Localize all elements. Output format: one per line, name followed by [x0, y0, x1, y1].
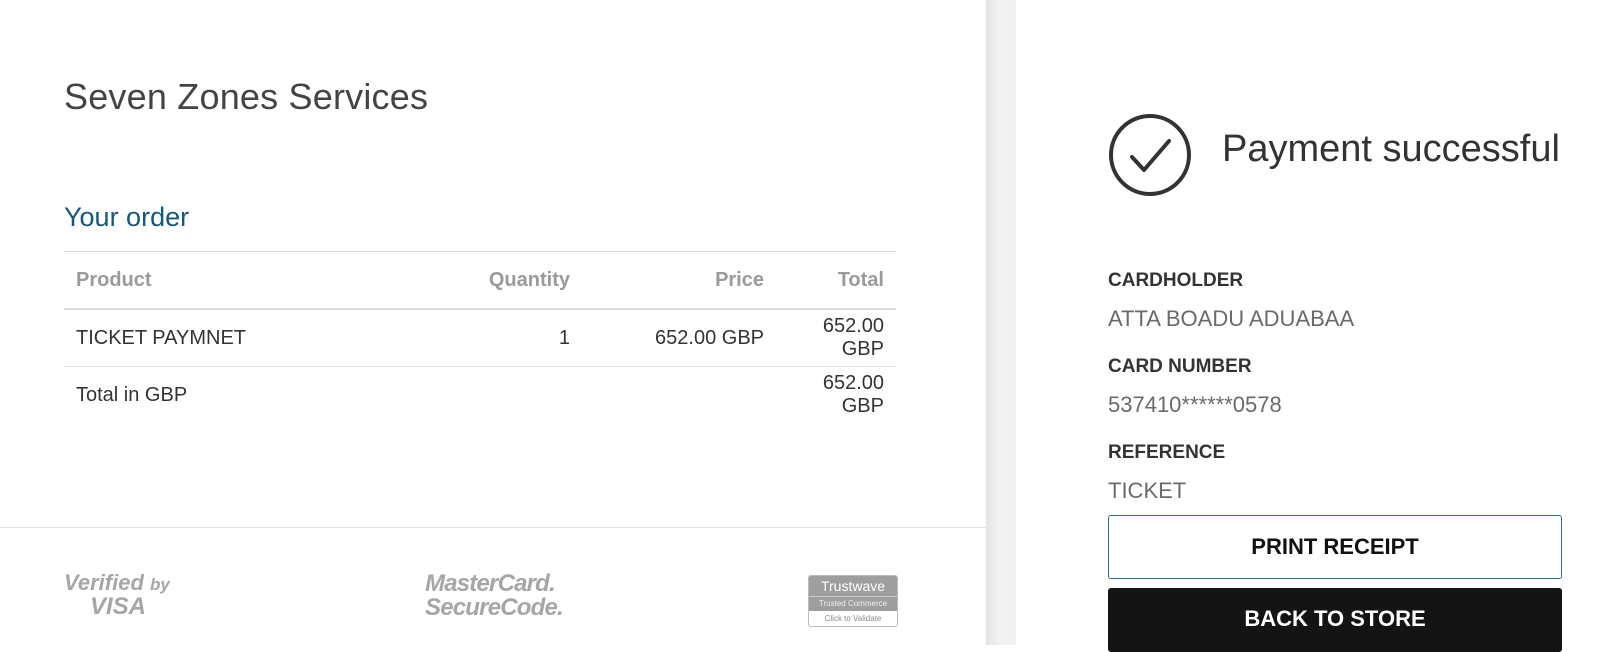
panel-divider: [986, 0, 1016, 645]
print-receipt-button[interactable]: PRINT RECEIPT: [1108, 515, 1562, 579]
column-header-product: Product: [64, 251, 388, 310]
table-row: TICKET PAYMNET 1 652.00 GBP 652.00 GBP: [64, 309, 896, 367]
column-header-total: Total: [776, 251, 896, 310]
table-header-row: Product Quantity Price Total: [64, 251, 896, 310]
verified-by-visa-logo: Verified by VISA: [64, 570, 170, 620]
item-price: 652.00 GBP: [582, 309, 776, 367]
card-number-value: 537410******0578: [1108, 392, 1282, 417]
card-number-label: CARD NUMBER: [1108, 356, 1252, 377]
payment-status-message: Payment successful: [1222, 128, 1560, 170]
back-to-store-button[interactable]: BACK TO STORE: [1108, 588, 1562, 652]
column-header-price: Price: [582, 251, 776, 310]
trustwave-seal[interactable]: Trustwave Trusted Commerce Click to Vali…: [808, 575, 898, 627]
total-row: Total in GBP 652.00 GBP: [64, 367, 896, 424]
item-product: TICKET PAYMNET: [64, 309, 388, 367]
merchant-name: Seven Zones Services: [64, 76, 429, 117]
item-total: 652.00 GBP: [776, 309, 896, 367]
order-panel: Seven Zones Services Your order Product …: [0, 0, 986, 645]
total-label: Total in GBP: [76, 383, 188, 406]
reference-label: REFERENCE: [1108, 442, 1226, 463]
trustwave-subtitle: Trusted Commerce: [809, 596, 897, 611]
cardholder-label: CARDHOLDER: [1108, 270, 1244, 291]
footer-divider: [0, 527, 986, 528]
order-heading: Your order: [64, 202, 190, 232]
trustwave-brand: Trustwave: [809, 576, 897, 596]
item-quantity: 1: [388, 309, 582, 367]
reference-value: TICKET: [1108, 478, 1187, 503]
mastercard-securecode-logo: MasterCard. SecureCode.: [425, 570, 564, 621]
trustwave-validate-link[interactable]: Click to Validate: [809, 611, 897, 626]
order-table: Product Quantity Price Total TICKET PAYM…: [64, 251, 896, 423]
check-circle-icon: [1109, 114, 1191, 196]
column-header-quantity: Quantity: [388, 251, 582, 310]
cardholder-value: ATTA BOADU ADUABAA: [1108, 306, 1355, 331]
total-value: 652.00 GBP: [822, 372, 884, 417]
